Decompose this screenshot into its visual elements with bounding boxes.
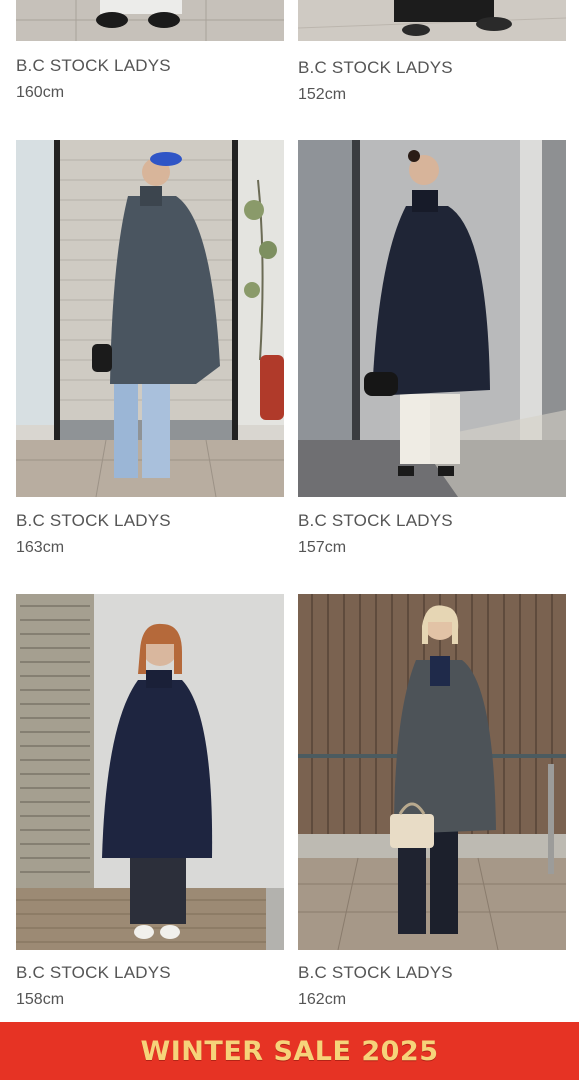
model-photo-3[interactable] <box>16 140 284 497</box>
store-label: B.C STOCK LADYS <box>16 56 171 75</box>
model-height: 152cm <box>298 86 347 103</box>
model-height: 163cm <box>16 539 65 556</box>
model-photo-6[interactable] <box>298 594 566 950</box>
model-card-6[interactable]: B.C STOCK LADYS 162cm <box>298 594 566 1019</box>
model-card-4[interactable]: B.C STOCK LADYS 157cm <box>298 140 566 565</box>
sale-banner[interactable]: WINTER SALE 2025 <box>0 1022 579 1080</box>
model-card-2[interactable]: B.C STOCK LADYS 152cm <box>298 0 566 110</box>
store-label: B.C STOCK LADYS <box>16 963 171 982</box>
model-photo-2[interactable] <box>298 0 566 41</box>
model-height: 158cm <box>16 991 65 1008</box>
model-photo-1[interactable] <box>16 0 284 41</box>
store-label: B.C STOCK LADYS <box>298 58 453 77</box>
store-label: B.C STOCK LADYS <box>298 511 453 530</box>
product-grid: B.C STOCK LADYS 160cm B.C STOCK LADYS 15… <box>0 0 579 1022</box>
model-height: 157cm <box>298 539 347 556</box>
model-card-5[interactable]: B.C STOCK LADYS 158cm <box>16 594 284 1019</box>
model-photo-4[interactable] <box>298 140 566 497</box>
model-card-1[interactable]: B.C STOCK LADYS 160cm <box>16 0 284 110</box>
model-card-3[interactable]: B.C STOCK LADYS 163cm <box>16 140 284 565</box>
store-label: B.C STOCK LADYS <box>298 963 453 982</box>
model-height: 162cm <box>298 991 347 1008</box>
model-height: 160cm <box>16 84 65 101</box>
store-label: B.C STOCK LADYS <box>16 511 171 530</box>
model-photo-5[interactable] <box>16 594 284 950</box>
sale-banner-text: WINTER SALE 2025 <box>140 1035 439 1067</box>
